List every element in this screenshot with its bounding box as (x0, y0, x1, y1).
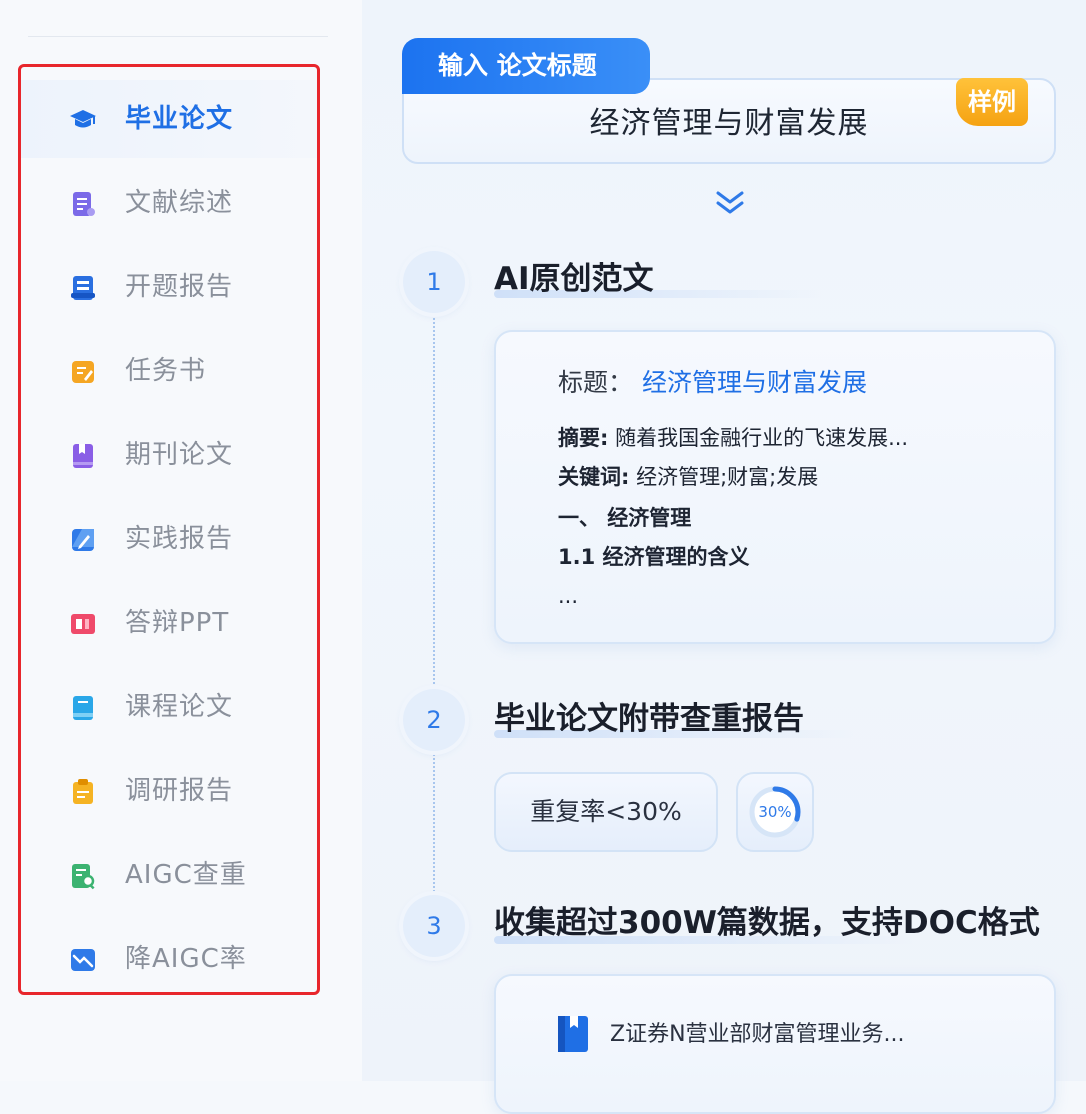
step-number-1: 1 (403, 251, 465, 313)
card-abstract: 摘要: 随着我国金融行业的飞速发展... (558, 424, 908, 452)
card-title-value: 经济管理与财富发展 (642, 368, 868, 397)
step-heading-2: 毕业论文附带查重报告 (494, 701, 804, 737)
abstract-text: 随着我国金融行业的飞速发展... (608, 426, 909, 450)
step-heading-1: AI原创范文 (494, 261, 654, 297)
keywords-label: 关键词: (558, 465, 630, 489)
card-keywords: 关键词: 经济管理;财富;发展 (558, 463, 818, 491)
step-number-2: 2 (403, 689, 465, 751)
card-section-1-1: 1.1 经济管理的含义 (558, 545, 750, 569)
sidebar-divider (28, 36, 328, 37)
sidebar: 毕业论文 文献综述 开题报告 任务书 期刊论文 实践报告 答辩PPT 课程论文 … (0, 0, 362, 1081)
keywords-text: 经济管理;财富;发展 (629, 465, 819, 489)
highlight-frame (18, 64, 320, 995)
steps-connector (433, 314, 435, 896)
card-title-label: 标题： (558, 368, 634, 397)
word-doc-icon (558, 1016, 588, 1052)
step-heading-3: 收集超过300W篇数据，支持DOC格式 (494, 905, 1040, 941)
dataset-doc-title[interactable]: Z证券N营业部财富管理业务... (610, 1020, 905, 1050)
abstract-label: 摘要: (558, 426, 609, 450)
duplicate-rate-ring: 30% (736, 772, 814, 852)
ring-label: 30% (758, 803, 792, 821)
card-ellipsis: ... (558, 584, 579, 608)
card-section-1: 一、 经济管理 (558, 506, 692, 530)
step-number-3: 3 (403, 895, 465, 957)
sample-badge[interactable]: 样例 (956, 78, 1028, 126)
double-chevron-down-icon (716, 191, 744, 214)
duplicate-rate-pill: 重复率<30% (494, 772, 718, 852)
